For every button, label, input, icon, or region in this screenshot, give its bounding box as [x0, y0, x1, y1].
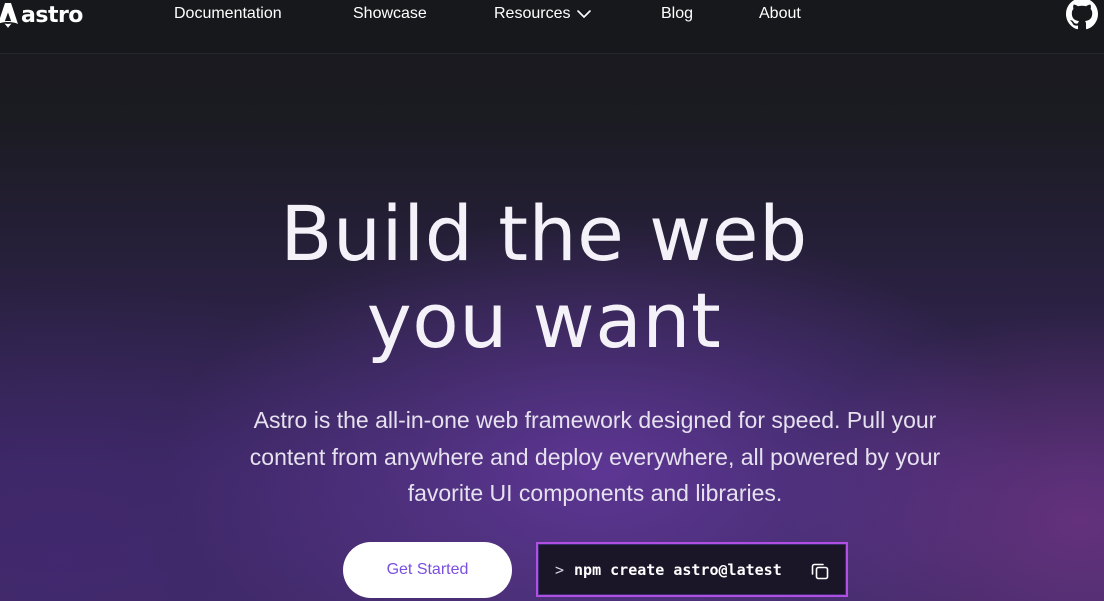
chevron-down-icon: [577, 10, 592, 18]
nav-link-resources[interactable]: Resources: [494, 4, 592, 24]
install-command-text: npm create astro@latest: [574, 560, 782, 579]
astro-logo-link[interactable]: astro: [0, 0, 83, 30]
astro-logo-icon: [0, 3, 18, 28]
nav-link-label: Documentation: [174, 5, 282, 22]
nav-link-blog[interactable]: Blog: [661, 4, 693, 24]
github-icon: [1066, 0, 1098, 30]
install-command-box[interactable]: > npm create astro@latest: [536, 542, 848, 597]
nav-link-about[interactable]: About: [759, 4, 801, 24]
get-started-button[interactable]: Get Started: [343, 542, 512, 598]
get-started-label: Get Started: [386, 561, 469, 578]
logo-text: astro: [21, 2, 83, 28]
hero-title-line-2: you want: [366, 276, 722, 365]
nav-link-label: About: [759, 5, 801, 22]
nav-link-showcase[interactable]: Showcase: [353, 4, 427, 24]
nav-link-label: Showcase: [353, 5, 427, 22]
hero-description: Astro is the all-in-one web framework de…: [249, 407, 941, 506]
github-link[interactable]: [1066, 0, 1098, 30]
copy-icon[interactable]: [810, 561, 830, 581]
nav-link-label: Resources: [494, 5, 571, 22]
prompt-chevron-icon: >: [555, 560, 565, 579]
page: astro Documentation Showcase Resources B…: [0, 0, 1104, 601]
top-nav: astro Documentation Showcase Resources B…: [0, 0, 1104, 54]
hero-title-line-1: Build the web: [280, 189, 808, 278]
nav-link-documentation[interactable]: Documentation: [174, 4, 282, 24]
nav-link-label: Blog: [661, 5, 694, 22]
